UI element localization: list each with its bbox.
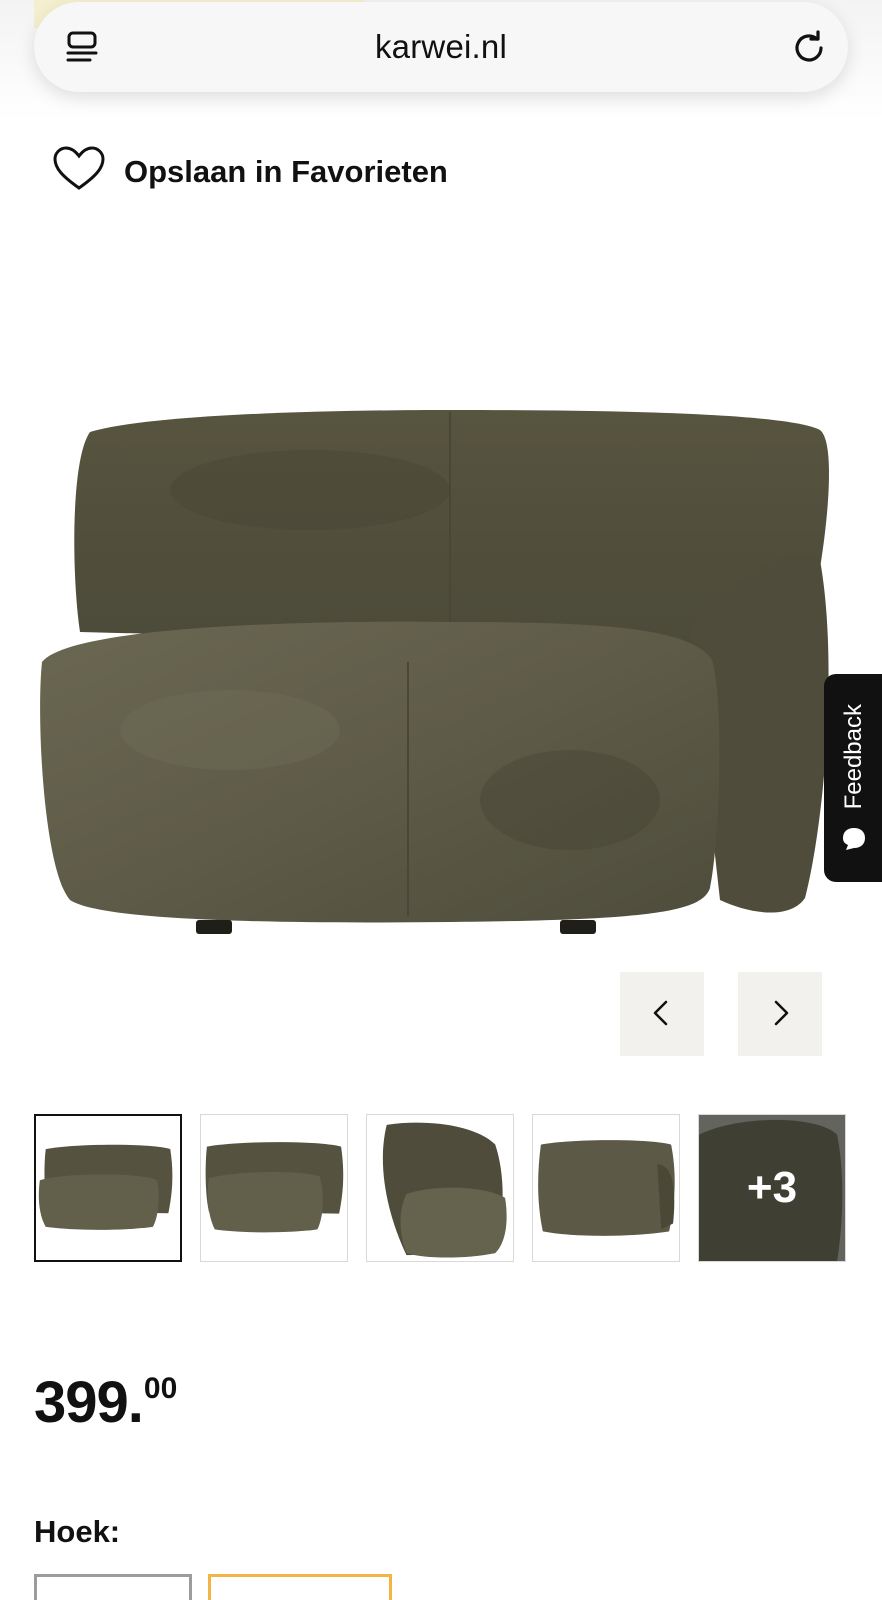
- thumbnail-1[interactable]: [34, 1114, 182, 1262]
- product-price: 399 . 00: [34, 1374, 177, 1432]
- save-favorite-label: Opslaan in Favorieten: [124, 153, 448, 189]
- price-dot: .: [127, 1370, 144, 1435]
- price-integer: 399: [34, 1370, 129, 1435]
- address-bar[interactable]: karwei.nl: [34, 2, 848, 92]
- thumbnail-strip: +3: [34, 1114, 846, 1262]
- address-url[interactable]: karwei.nl: [375, 28, 507, 66]
- heart-icon: [52, 146, 106, 197]
- tabs-icon[interactable]: [62, 28, 102, 68]
- previous-image-button[interactable]: [620, 972, 704, 1056]
- variant-option-2[interactable]: [208, 1574, 392, 1600]
- more-images-label: +3: [699, 1115, 845, 1261]
- variant-label: Hoek:: [34, 1514, 121, 1549]
- save-favorite-button[interactable]: Opslaan in Favorieten: [52, 146, 448, 197]
- chevron-left-icon: [647, 998, 677, 1031]
- feedback-tab[interactable]: Feedback: [824, 674, 882, 882]
- chat-bubble-icon: [841, 826, 867, 852]
- product-image[interactable]: [30, 400, 850, 960]
- thumbnail-3[interactable]: [366, 1114, 514, 1262]
- thumbnail-more[interactable]: +3: [698, 1114, 846, 1262]
- thumbnail-4[interactable]: [532, 1114, 680, 1262]
- reload-icon[interactable]: [788, 26, 830, 68]
- feedback-label: Feedback: [840, 704, 867, 810]
- next-image-button[interactable]: [738, 972, 822, 1056]
- chevron-right-icon: [765, 998, 795, 1031]
- price-decimals: 00: [143, 1372, 178, 1405]
- variant-option-1[interactable]: [34, 1574, 192, 1600]
- thumbnail-2[interactable]: [200, 1114, 348, 1262]
